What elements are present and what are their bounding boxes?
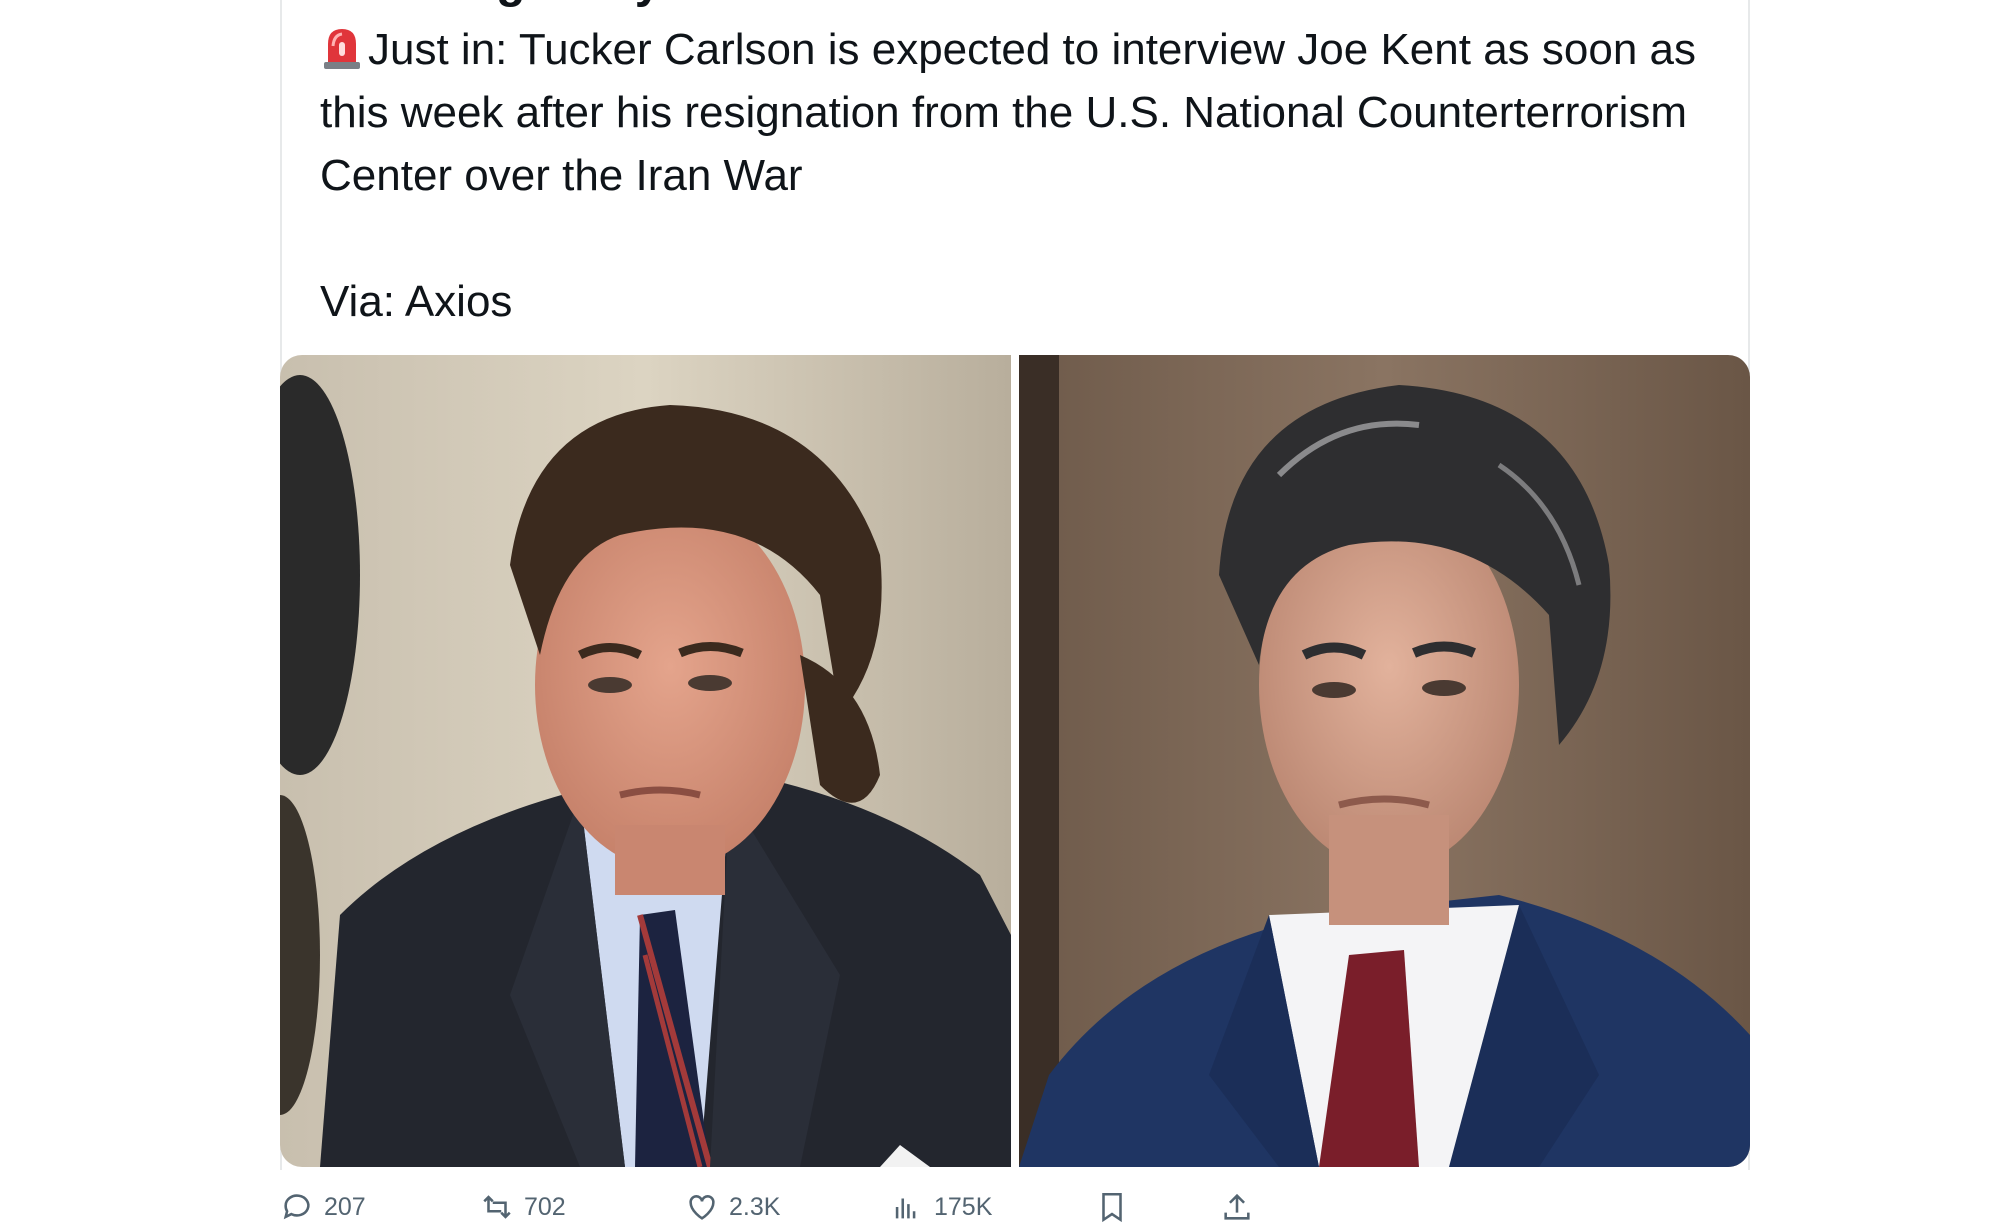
views-button[interactable]: 175K (890, 1190, 992, 1224)
share-button[interactable] (1220, 1190, 1254, 1224)
author-name[interactable]: Breaking Story (320, 0, 661, 9)
photo-joe-kent[interactable] (1019, 355, 1750, 1167)
tweet-source: Via: Axios (320, 277, 513, 326)
tweet-actions: 207 702 2.3K 175K (280, 1190, 1480, 1226)
photo-tucker-carlson[interactable] (280, 355, 1011, 1167)
repost-button[interactable]: 702 (480, 1190, 566, 1224)
like-button[interactable]: 2.3K (685, 1190, 780, 1224)
tweet-spacer (320, 207, 1720, 270)
photo-joe-kent-image (1019, 355, 1750, 1167)
views-count: 175K (934, 1192, 993, 1221)
repost-count: 702 (524, 1192, 566, 1221)
reply-icon (283, 1194, 310, 1220)
tweet-page: Breaking Story Just in: Tucker Carlson i… (0, 0, 2014, 1226)
tweet-line-1-text: Just in: Tucker Carlson is expected to i… (368, 25, 1696, 74)
tweet-line-2: this week after his resignation from the… (320, 88, 1688, 137)
tweet-line-3: Center over the Iran War (320, 151, 803, 200)
bookmark-button[interactable] (1095, 1190, 1129, 1224)
reply-button[interactable]: 207 (280, 1190, 366, 1224)
like-count: 2.3K (729, 1192, 781, 1221)
siren-icon (324, 29, 360, 69)
photo-tucker-carlson-image (280, 355, 1011, 1167)
share-icon (1224, 1193, 1250, 1220)
repost-icon (483, 1195, 511, 1219)
bookmark-icon (1102, 1192, 1122, 1223)
tweet-text: Just in: Tucker Carlson is expected to i… (320, 18, 1720, 333)
views-chart-icon (895, 1198, 916, 1219)
reply-count: 207 (324, 1192, 366, 1221)
heart-icon (689, 1195, 715, 1220)
tweet-line-1: Just in: Tucker Carlson is expected to i… (320, 18, 1720, 81)
media-grid (280, 355, 1750, 1167)
